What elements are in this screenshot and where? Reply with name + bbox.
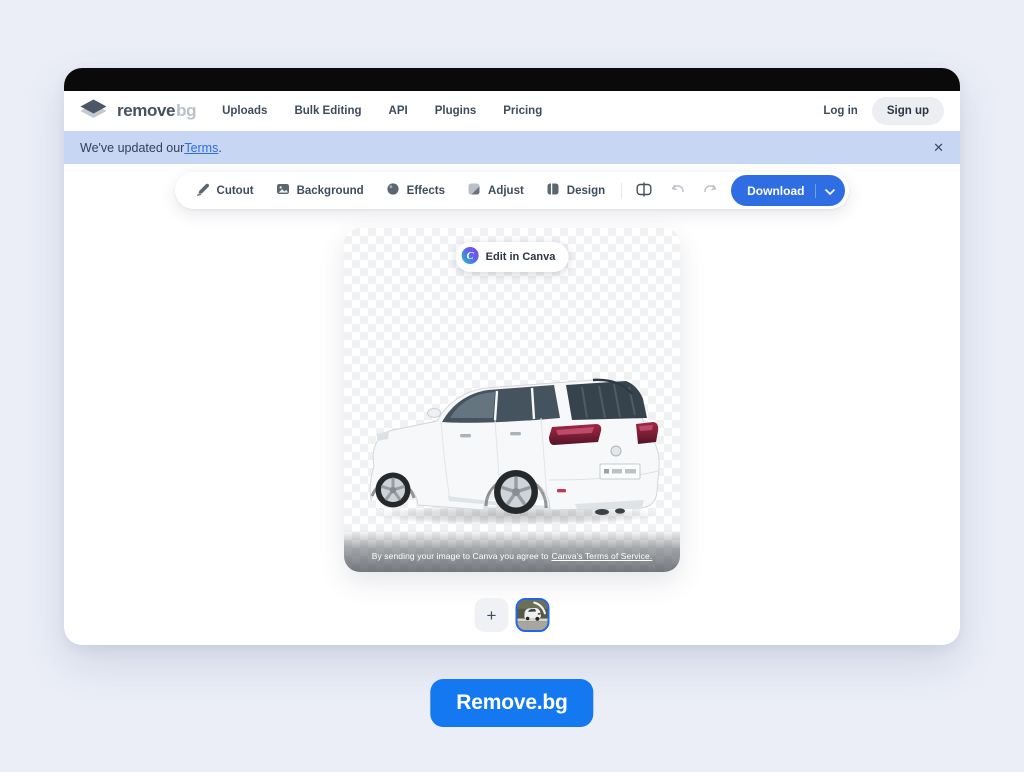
redo-button[interactable] bbox=[694, 177, 727, 205]
canva-consent-bar: By sending your image to Canva you agree… bbox=[344, 530, 680, 572]
nav-item-plugins[interactable]: Plugins bbox=[435, 105, 477, 117]
svg-text:C: C bbox=[467, 251, 475, 262]
adjust-icon bbox=[467, 182, 481, 199]
close-icon[interactable]: ✕ bbox=[933, 141, 944, 154]
sphere-icon bbox=[386, 182, 400, 199]
toolbar-row: Cutout Background Effects Adjust bbox=[64, 172, 960, 209]
add-image-button[interactable]: + bbox=[475, 598, 509, 632]
effects-tool-button[interactable]: Effects bbox=[375, 176, 456, 205]
undo-button[interactable] bbox=[661, 177, 694, 205]
toolbar-divider bbox=[621, 183, 622, 199]
nav-item-api[interactable]: API bbox=[389, 105, 408, 117]
design-label: Design bbox=[567, 185, 605, 197]
adjust-label: Adjust bbox=[488, 185, 524, 197]
effects-label: Effects bbox=[407, 185, 445, 197]
cutout-tool-button[interactable]: Cutout bbox=[185, 176, 265, 205]
site-header: removebg Uploads Bulk Editing API Plugin… bbox=[64, 91, 960, 131]
adjust-tool-button[interactable]: Adjust bbox=[456, 176, 535, 205]
thumbnail-strip: + bbox=[475, 598, 550, 632]
canva-logo-icon: C bbox=[462, 247, 479, 267]
image-thumbnail-selected[interactable] bbox=[516, 598, 550, 632]
editor-toolbar: Cutout Background Effects Adjust bbox=[175, 172, 850, 209]
signup-button[interactable]: Sign up bbox=[872, 97, 944, 125]
logo-wordmark: removebg bbox=[117, 101, 196, 121]
background-tool-button[interactable]: Background bbox=[265, 176, 375, 205]
canva-terms-link[interactable]: Canva's Terms of Service. bbox=[551, 551, 652, 561]
removebg-badge[interactable]: Remove.bg bbox=[430, 679, 593, 727]
editing-canvas[interactable]: C Edit in Canva bbox=[344, 228, 680, 572]
window-titlebar bbox=[64, 68, 960, 91]
login-link[interactable]: Log in bbox=[823, 105, 858, 117]
download-label: Download bbox=[747, 184, 804, 198]
edit-in-canva-button[interactable]: C Edit in Canva bbox=[456, 242, 569, 272]
cutout-subject-car[interactable] bbox=[344, 228, 680, 572]
compare-icon bbox=[636, 182, 652, 200]
main-nav: Uploads Bulk Editing API Plugins Pricing bbox=[222, 105, 542, 117]
banner-message: We've updated our bbox=[80, 141, 184, 155]
nav-item-bulk-editing[interactable]: Bulk Editing bbox=[294, 105, 361, 117]
nav-item-uploads[interactable]: Uploads bbox=[222, 105, 267, 117]
redo-icon bbox=[703, 183, 718, 199]
consent-text: By sending your image to Canva you agree… bbox=[372, 551, 549, 561]
terms-link[interactable]: Terms bbox=[184, 141, 218, 155]
design-tool-button[interactable]: Design bbox=[535, 176, 616, 205]
compare-button[interactable] bbox=[627, 176, 661, 206]
terms-banner: We've updated our Terms. ✕ bbox=[64, 131, 960, 164]
removebg-logo[interactable]: removebg bbox=[78, 97, 196, 125]
banner-suffix: . bbox=[218, 141, 221, 155]
download-separator bbox=[815, 184, 816, 198]
auth-area: Log in Sign up bbox=[823, 97, 944, 125]
pen-icon bbox=[196, 182, 210, 199]
image-icon bbox=[276, 182, 290, 199]
undo-icon bbox=[670, 183, 685, 199]
browser-window: removebg Uploads Bulk Editing API Plugin… bbox=[64, 68, 960, 645]
chevron-down-icon bbox=[825, 183, 835, 198]
background-label: Background bbox=[297, 185, 364, 197]
nav-item-pricing[interactable]: Pricing bbox=[503, 105, 542, 117]
cutout-label: Cutout bbox=[217, 185, 254, 197]
download-button[interactable]: Download bbox=[731, 175, 845, 206]
removebg-logo-icon bbox=[78, 97, 109, 125]
edit-in-canva-label: Edit in Canva bbox=[486, 251, 556, 263]
design-icon bbox=[546, 182, 560, 199]
